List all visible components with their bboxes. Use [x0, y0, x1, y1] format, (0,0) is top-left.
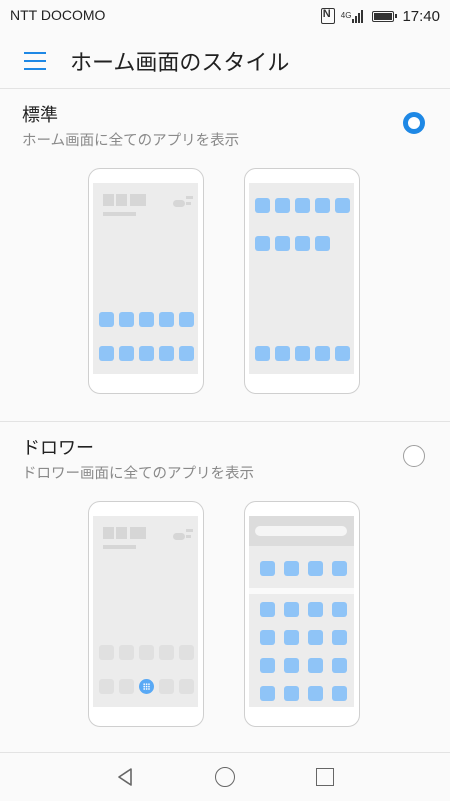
preview-all-apps-screen	[244, 168, 360, 394]
status-icons: 4G 17:40	[320, 6, 440, 26]
recent-apps-icon[interactable]	[316, 768, 334, 786]
status-bar: NTT DOCOMO 4G 17:40	[0, 0, 450, 32]
clock: 17:40	[402, 7, 440, 25]
option-drawer[interactable]: ドロワー ドロワー画面に全てのアプリを表示	[0, 422, 450, 752]
option-title: ドロワー	[22, 438, 94, 459]
app-bar: ホーム画面のスタイル	[0, 32, 450, 88]
radio-standard[interactable]	[403, 112, 425, 134]
option-description: ホーム画面に全てのアプリを表示	[22, 133, 240, 149]
preview-screen	[93, 183, 198, 374]
battery-icon	[372, 10, 398, 22]
radio-drawer[interactable]	[403, 445, 425, 467]
page-title: ホーム画面のスタイル	[70, 51, 290, 76]
option-standard[interactable]: 標準 ホーム画面に全てのアプリを表示	[0, 89, 450, 421]
home-icon[interactable]	[215, 767, 235, 787]
signal-icon	[352, 9, 364, 23]
weather-icon	[173, 200, 185, 207]
app-drawer-icon	[139, 679, 154, 694]
back-icon[interactable]	[115, 767, 135, 787]
network-type: 4G	[340, 11, 352, 20]
option-description: ドロワー画面に全てのアプリを表示	[22, 466, 254, 482]
preview-drawer-screen	[244, 501, 360, 727]
preview-home-screen	[88, 168, 204, 394]
search-bar	[249, 516, 354, 546]
menu-icon[interactable]	[24, 52, 46, 70]
preview-screen	[249, 183, 354, 374]
weather-icon	[173, 533, 185, 540]
carrier-name: NTT DOCOMO	[10, 7, 106, 23]
preview-drawer-home-screen	[88, 501, 204, 727]
option-title: 標準	[22, 105, 58, 126]
preview-screen	[249, 516, 354, 707]
navigation-bar	[0, 752, 450, 801]
nfc-icon	[320, 8, 335, 24]
preview-screen	[93, 516, 198, 707]
